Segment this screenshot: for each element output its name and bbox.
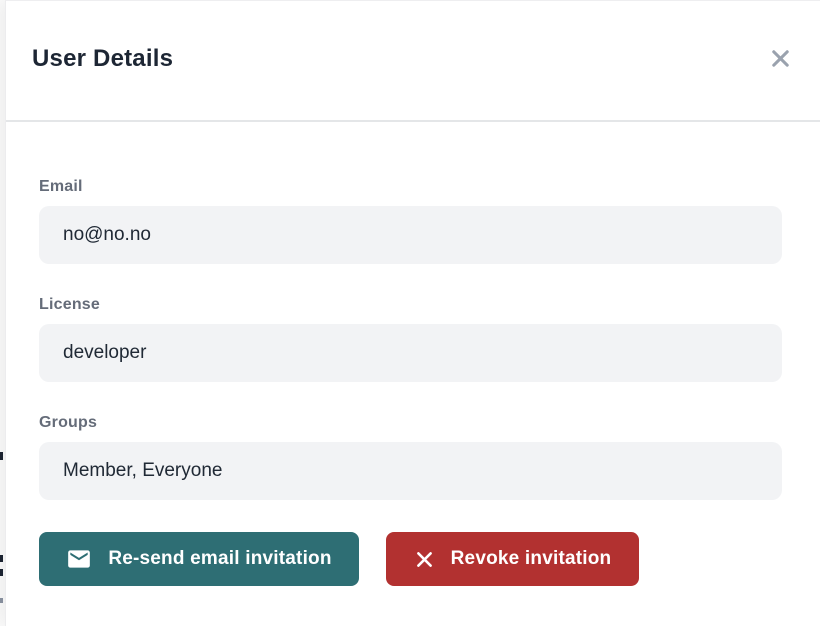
field-email: Email no@no.no bbox=[39, 178, 782, 264]
background-edge-fragment bbox=[0, 569, 3, 576]
email-label: Email bbox=[39, 178, 782, 196]
field-groups: Groups Member, Everyone bbox=[39, 414, 782, 500]
action-button-row: Re-send email invitation Revoke invitati… bbox=[39, 532, 782, 586]
background-edge-fragment bbox=[0, 452, 3, 460]
groups-field[interactable]: Member, Everyone bbox=[39, 442, 782, 500]
user-details-modal: User Details Email no@no.no License deve… bbox=[5, 0, 820, 626]
resend-email-invitation-button[interactable]: Re-send email invitation bbox=[39, 532, 359, 586]
groups-label: Groups bbox=[39, 414, 782, 432]
page-title: User Details bbox=[32, 45, 173, 73]
resend-button-label: Re-send email invitation bbox=[108, 548, 331, 570]
background-edge-fragment bbox=[0, 555, 3, 562]
x-icon bbox=[414, 549, 435, 570]
field-license: License developer bbox=[39, 296, 782, 382]
close-button[interactable] bbox=[766, 44, 794, 72]
license-field[interactable]: developer bbox=[39, 324, 782, 382]
envelope-icon bbox=[66, 546, 92, 572]
email-field[interactable]: no@no.no bbox=[39, 206, 782, 264]
modal-header: User Details bbox=[6, 1, 820, 122]
license-label: License bbox=[39, 296, 782, 314]
revoke-button-label: Revoke invitation bbox=[451, 548, 612, 570]
modal-body: Email no@no.no License developer Groups … bbox=[6, 122, 820, 586]
revoke-invitation-button[interactable]: Revoke invitation bbox=[386, 532, 639, 586]
x-icon bbox=[769, 47, 792, 70]
background-edge-fragment bbox=[0, 598, 3, 603]
